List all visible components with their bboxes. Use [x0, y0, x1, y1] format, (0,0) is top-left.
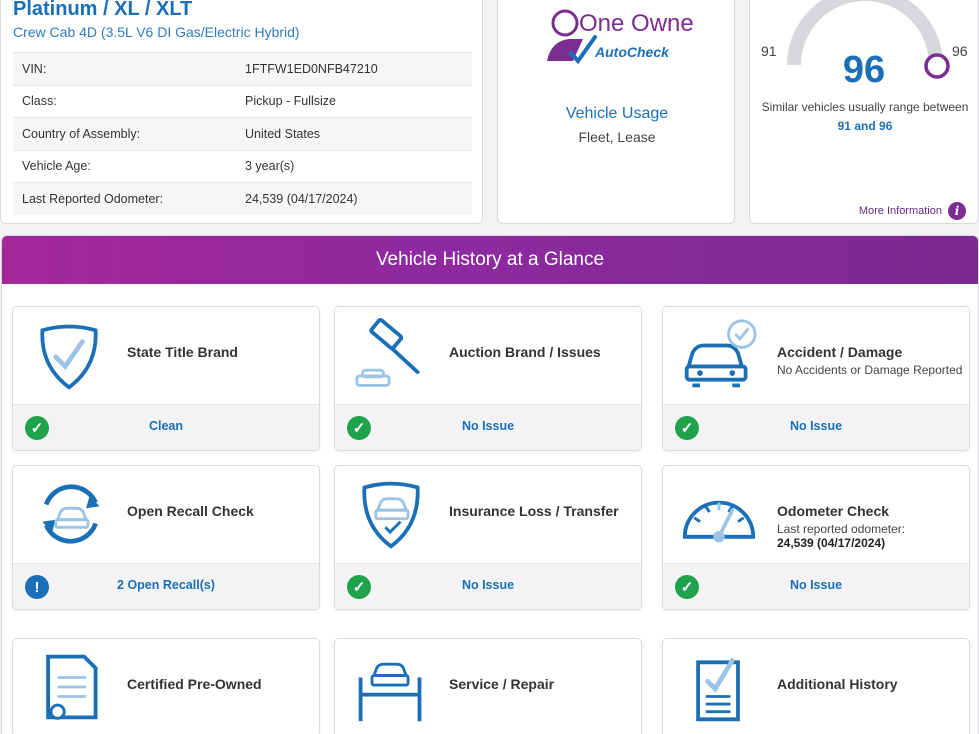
tile-status[interactable]: No Issue [395, 419, 581, 433]
tile-body: Auction Brand / Issues [335, 307, 641, 404]
spec-row-age: Vehicle Age: 3 year(s) [13, 149, 472, 183]
vehicle-usage-value: Fleet, Lease [578, 129, 656, 145]
tile-status[interactable]: No Issue [723, 419, 909, 433]
history-tile-insurance-loss-transfer[interactable]: Insurance Loss / Transfer ✓ No Issue [334, 465, 642, 610]
document-check-icon [696, 658, 740, 722]
car-check-icon [684, 319, 757, 388]
score-range-text: Similar vehicles usually range between 9… [760, 98, 970, 136]
history-glance-panel: Vehicle History at a Glance State Title … [1, 235, 979, 734]
score-text-high: 96 [879, 119, 893, 133]
tile-footer: ✓ No Issue [663, 563, 969, 609]
history-tile-accident-damage[interactable]: Accident / Damage No Accidents or Damage … [662, 306, 970, 451]
tile-status[interactable]: 2 Open Recall(s) [73, 578, 259, 592]
info-icon: i [948, 202, 966, 220]
tile-description: Last reported odometer: 24,539 (04/17/202… [777, 522, 905, 550]
tile-title: Odometer Check [777, 503, 890, 519]
certificate-icon [46, 654, 98, 720]
spec-value: Pickup - Fullsize [245, 94, 336, 109]
spec-label: Class: [22, 94, 57, 109]
spec-row-country: Country of Assembly: United States [13, 117, 472, 150]
tile-footer: ✓ No Issue [335, 404, 641, 450]
tile-status[interactable]: No Issue [395, 578, 581, 592]
spec-value: 24,539 (04/17/2024) [245, 191, 358, 206]
tile-title: Accident / Damage [777, 344, 903, 360]
one-owner-logo: One Owner AutoCheck [547, 9, 693, 65]
spec-row-odometer: Last Reported Odometer: 24,539 (04/17/20… [13, 182, 472, 215]
autocheck-score: 96 [842, 49, 886, 91]
tile-footer: ✓ Clean [13, 404, 319, 450]
spec-label: Vehicle Age: [22, 159, 91, 174]
score-text-prefix: Similar vehicles usually range between [761, 100, 969, 114]
vehicle-info-card: Platinum / XL / XLT Crew Cab 4D (3.5L V6… [0, 0, 483, 224]
tile-body: Additional History [663, 639, 969, 734]
score-text-and: and [854, 119, 876, 133]
gavel-icon [355, 317, 420, 387]
car-shield-icon [362, 481, 420, 549]
tile-desc-text: Last reported odometer: [777, 522, 906, 536]
tile-body: Certified Pre-Owned [13, 639, 319, 734]
vehicle-title: Platinum / XL / XLT [13, 0, 193, 20]
history-tile-state-title-brand[interactable]: State Title Brand ✓ Clean [12, 306, 320, 451]
spec-row-vin: VIN: 1FTFW1ED0NFB47210 [13, 52, 472, 85]
spec-value: 3 year(s) [245, 159, 295, 174]
check-circle-icon: ✓ [347, 416, 371, 440]
car-lift-icon [358, 662, 422, 722]
tile-title: Service / Repair [449, 676, 555, 692]
speedometer-icon [682, 500, 756, 543]
tile-status[interactable]: Clean [73, 419, 259, 433]
tile-desc-bold: 24,539 (04/17/2024) [777, 536, 886, 550]
shield-check-icon [40, 324, 98, 390]
tile-body: Insurance Loss / Transfer [335, 466, 641, 563]
more-information-link[interactable]: More Information i [859, 202, 966, 220]
tile-title: Certified Pre-Owned [127, 676, 262, 692]
check-circle-icon: ✓ [675, 416, 699, 440]
tile-body: Accident / Damage No Accidents or Damage … [663, 307, 969, 404]
tile-footer: ! 2 Open Recall(s) [13, 563, 319, 609]
autocheck-score-card: 91 96 96 Similar vehicles usually range … [749, 0, 979, 224]
check-circle-icon: ✓ [675, 575, 699, 599]
history-tile-certified-pre-owned[interactable]: Certified Pre-Owned [12, 638, 320, 734]
tile-body: Open Recall Check [13, 466, 319, 563]
score-text-low: 91 [837, 119, 851, 133]
tile-footer: ✓ No Issue [663, 404, 969, 450]
logo-line2: AutoCheck [594, 44, 670, 60]
vehicle-summary: Platinum / XL / XLT Crew Cab 4D (3.5L V6… [0, 0, 979, 226]
tile-body: Odometer Check Last reported odometer: 24,… [663, 466, 969, 563]
tile-title: Insurance Loss / Transfer [449, 503, 619, 519]
tile-status[interactable]: No Issue [723, 578, 909, 592]
spec-label: Last Reported Odometer: [22, 191, 164, 206]
history-tile-odometer-check[interactable]: Odometer Check Last reported odometer: 24,… [662, 465, 970, 610]
car-recall-icon [42, 484, 100, 544]
tile-body: State Title Brand [13, 307, 319, 404]
spec-row-class: Class: Pickup - Fullsize [13, 84, 472, 118]
spec-table: VIN: 1FTFW1ED0NFB47210 Class: Pickup - F… [13, 52, 472, 215]
spec-label: Country of Assembly: [22, 126, 141, 141]
more-information-label: More Information [858, 205, 942, 217]
tile-title: State Title Brand [127, 344, 238, 360]
tile-footer: ✓ No Issue [335, 563, 641, 609]
spec-label: VIN: [22, 61, 47, 76]
tile-title: Additional History [777, 676, 898, 692]
history-tile-auction-brand-issues[interactable]: Auction Brand / Issues ✓ No Issue [334, 306, 642, 451]
check-circle-icon: ✓ [25, 416, 49, 440]
spec-value: United States [245, 126, 321, 141]
tile-description: No Accidents or Damage Reported [777, 363, 962, 377]
tile-title: Auction Brand / Issues [449, 344, 601, 360]
tile-desc-text: No Accidents or Damage Reported [777, 363, 963, 377]
alert-circle-icon: ! [25, 575, 49, 599]
vehicle-subtitle: Crew Cab 4D (3.5L V6 DI Gas/Electric Hyb… [13, 24, 300, 40]
logo-line1: One Owner [579, 10, 693, 37]
one-owner-card: One Owner AutoCheck Vehicle Usage Fleet,… [497, 0, 735, 224]
history-tile-service-repair[interactable]: Service / Repair [334, 638, 642, 734]
check-circle-icon: ✓ [347, 575, 371, 599]
glance-title: Vehicle History at a Glance [2, 236, 978, 284]
spec-value: 1FTFW1ED0NFB47210 [245, 61, 378, 76]
tile-title: Open Recall Check [127, 503, 254, 519]
history-tile-additional-history[interactable]: Additional History [662, 638, 970, 734]
tile-body: Service / Repair [335, 639, 641, 734]
vehicle-usage-title: Vehicle Usage [565, 105, 669, 122]
history-tile-open-recall-check[interactable]: Open Recall Check! 2 Open Recall(s) [12, 465, 320, 610]
